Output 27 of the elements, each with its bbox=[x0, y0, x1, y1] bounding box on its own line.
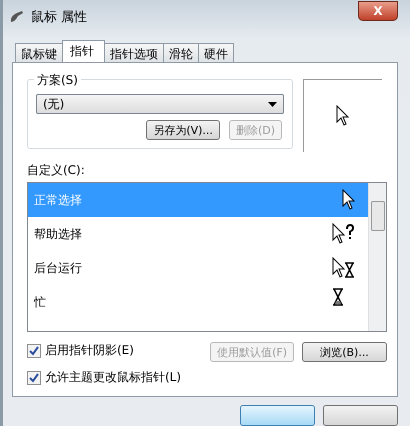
working-cursor-icon bbox=[332, 257, 356, 279]
hourglass-icon bbox=[332, 288, 344, 306]
tab[interactable]: 滑轮 bbox=[163, 43, 199, 62]
cursor-list-item[interactable]: 后台运行 bbox=[28, 251, 368, 285]
scrollbar[interactable] bbox=[368, 183, 386, 331]
tab[interactable]: 指针选项 bbox=[104, 43, 164, 62]
arrow-cursor-icon bbox=[342, 189, 356, 211]
option-label: 启用指针阴影(E) bbox=[45, 342, 134, 359]
customize-label: 自定义(C): bbox=[27, 162, 86, 179]
scheme-dropdown[interactable]: (无) bbox=[36, 94, 284, 114]
checkbox[interactable] bbox=[27, 370, 41, 384]
dialog-button[interactable] bbox=[323, 405, 398, 426]
arrow-cursor-icon bbox=[336, 105, 350, 127]
cursor-list-item[interactable]: 帮助选择 bbox=[28, 217, 368, 251]
tab[interactable]: 指针 bbox=[62, 40, 105, 62]
scheme-button[interactable]: 另存为(V)... bbox=[146, 120, 220, 140]
tab[interactable]: 硬件 bbox=[198, 43, 234, 62]
cursor-list-item[interactable]: 忙 bbox=[28, 285, 368, 319]
dropdown-arrow-icon bbox=[268, 102, 277, 106]
group-label: 方案(S) bbox=[34, 72, 81, 89]
cursor-button[interactable]: 浏览(B)... bbox=[302, 342, 387, 362]
dialog-button[interactable] bbox=[240, 405, 315, 426]
window-title: 鼠标 属性 bbox=[31, 9, 88, 26]
tab[interactable]: 鼠标键 bbox=[15, 43, 63, 62]
checkbox-option[interactable]: 启用指针阴影(E) bbox=[27, 342, 182, 359]
help-cursor-icon bbox=[332, 223, 356, 245]
checkbox[interactable] bbox=[27, 344, 41, 358]
